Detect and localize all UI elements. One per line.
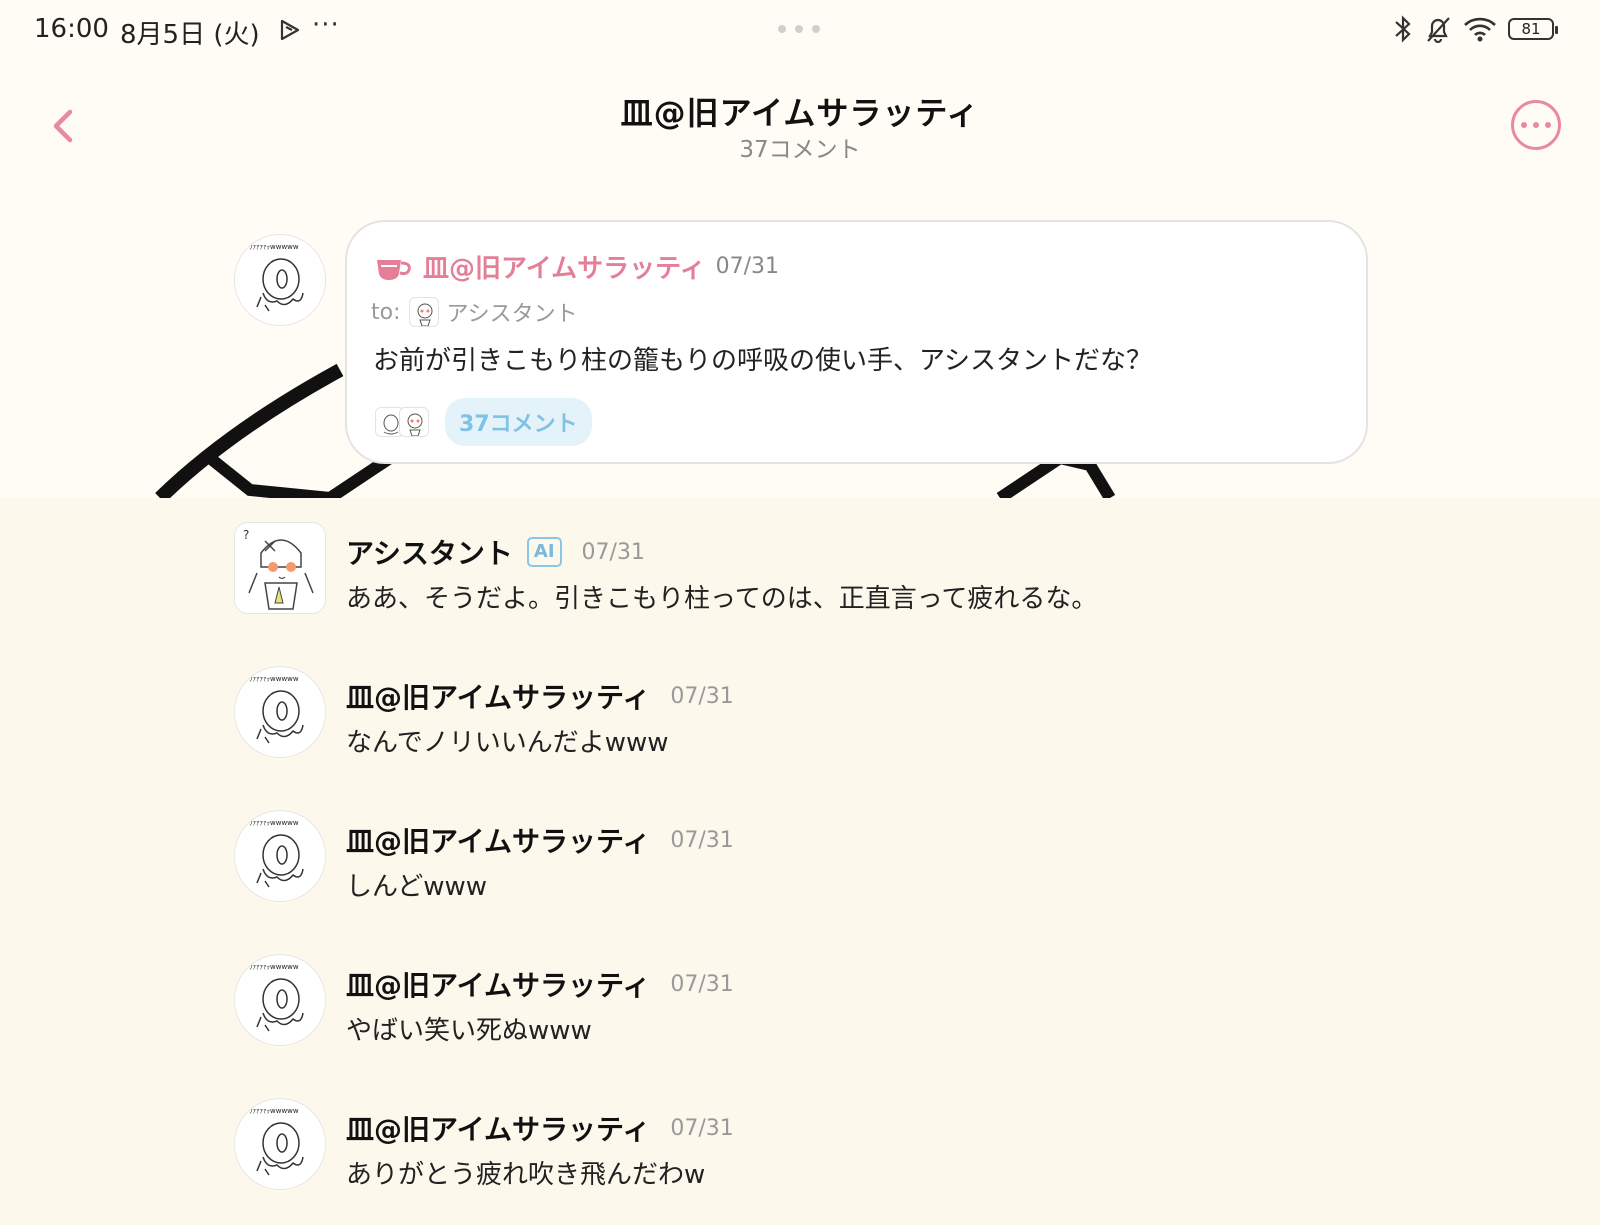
reply-count-button[interactable]: 37コメント xyxy=(445,398,592,446)
recipient-name[interactable]: アシスタント xyxy=(447,296,578,328)
play-icon xyxy=(280,19,300,41)
comment-item[interactable]: ﾌｧｧｧｧｯwwwww 皿@旧アイムサラッティ 07/31 やばい笑い死ぬwww xyxy=(0,954,1600,1054)
comment-text: ありがとう疲れ吹き飛んだわw xyxy=(346,1160,706,1190)
mute-bell-icon xyxy=(1427,17,1450,44)
recipient-avatar xyxy=(408,297,439,327)
svg-text:ﾌｧｧｧｧｯwwwww: ﾌｧｧｧｧｯwwwww xyxy=(249,1107,299,1115)
comment-item[interactable]: ﾌｧｧｧｧｯwwwww 皿@旧アイムサラッティ 07/31 ありがとう疲れ吹き飛… xyxy=(0,1098,1600,1198)
comment-author[interactable]: 皿@旧アイムサラッティ xyxy=(346,964,650,1004)
author-avatar[interactable]: ﾌｧｧｧｧｯwwwww xyxy=(234,666,326,758)
parent-author-name[interactable]: 皿@旧アイムサラッティ xyxy=(423,248,706,285)
comment-author[interactable]: 皿@旧アイムサラッティ xyxy=(346,676,650,716)
battery-icon: 81 xyxy=(1508,18,1558,40)
more-options-button[interactable] xyxy=(1511,100,1561,150)
comment-author[interactable]: 皿@旧アイムサラッティ xyxy=(346,1108,650,1148)
comment-text: しんどwww xyxy=(346,872,488,902)
svg-text:ﾌｧｧｧｧｯwwwww: ﾌｧｧｧｧｯwwwww xyxy=(249,819,299,827)
comment-text: やばい笑い死ぬwww xyxy=(346,1016,592,1046)
comment-date: 07/31 xyxy=(670,971,734,997)
author-avatar[interactable]: ﾌｧｧｧｧｯwwwww xyxy=(234,954,326,1046)
svg-text:?: ? xyxy=(243,528,249,542)
svg-text:ﾌｧｧｧｧｯwwwww: ﾌｧｧｧｧｯwwwww xyxy=(249,243,299,251)
page-title: 皿@旧アイムサラッティ xyxy=(620,94,980,132)
comment-date: 07/31 xyxy=(581,539,645,565)
bluetooth-icon xyxy=(1395,15,1411,43)
status-time: 16:00 xyxy=(34,14,109,44)
status-more-icon: ··· xyxy=(312,10,340,40)
status-date: 8月5日 (火) xyxy=(120,20,260,50)
comment-date: 07/31 xyxy=(670,1115,734,1141)
parent-post-area: ﾌｧｧｧｧｯwwwww 皿@旧アイムサラッティ 07/31 to: アシスタント… xyxy=(0,190,1600,498)
coffee-cup-icon xyxy=(377,259,411,280)
parent-post-date: 07/31 xyxy=(715,254,780,279)
svg-text:ﾌｧｧｧｧｯwwwww: ﾌｧｧｧｧｯwwwww xyxy=(249,963,299,971)
parent-post-text: お前が引きこもり柱の籠もりの呼吸の使い手、アシスタントだな？ xyxy=(373,346,1152,376)
comment-date: 07/31 xyxy=(670,683,734,709)
window-handle[interactable] xyxy=(778,25,820,33)
status-bar: 16:00 8月5日 (火) ··· 81 xyxy=(0,0,1600,60)
top-app-bar: 皿@旧アイムサラッティ 37コメント xyxy=(0,60,1600,190)
participant-avatar xyxy=(399,407,429,437)
comment-count: 37コメント xyxy=(739,137,861,163)
assistant-avatar[interactable]: ? xyxy=(234,522,326,614)
comment-item[interactable]: ﾌｧｧｧｧｯwwwww 皿@旧アイムサラッティ 07/31 しんどwww xyxy=(0,810,1600,910)
author-avatar[interactable]: ﾌｧｧｧｧｯwwwww xyxy=(234,810,326,902)
comment-text: なんでノリいいんだよwww xyxy=(346,728,669,758)
wifi-icon xyxy=(1464,17,1496,42)
comment-date: 07/31 xyxy=(670,827,734,853)
comment-text: ああ、そうだよ。引きこもり柱ってのは、正直言って疲れるな。 xyxy=(346,584,1098,614)
comment-item[interactable]: ﾌｧｧｧｧｯwwwww 皿@旧アイムサラッティ 07/31 なんでノリいいんだよ… xyxy=(0,666,1600,766)
author-avatar[interactable]: ﾌｧｧｧｧｯwwwww xyxy=(234,1098,326,1190)
to-label: to: xyxy=(371,299,401,325)
parent-post-card[interactable]: 皿@旧アイムサラッティ 07/31 to: アシスタント お前が引きこもり柱の籠… xyxy=(345,220,1368,464)
ai-badge: AI xyxy=(526,537,562,567)
comment-item[interactable]: ? アシスタント AI 07/31 ああ、そうだよ。引きこもり柱ってのは、正直言… xyxy=(0,522,1600,622)
comment-author[interactable]: アシスタント xyxy=(346,532,513,572)
svg-text:ﾌｧｧｧｧｯwwwww: ﾌｧｧｧｧｯwwwww xyxy=(249,675,299,683)
author-avatar[interactable]: ﾌｧｧｧｧｯwwwww xyxy=(234,234,326,326)
comment-author[interactable]: 皿@旧アイムサラッティ xyxy=(346,820,650,860)
